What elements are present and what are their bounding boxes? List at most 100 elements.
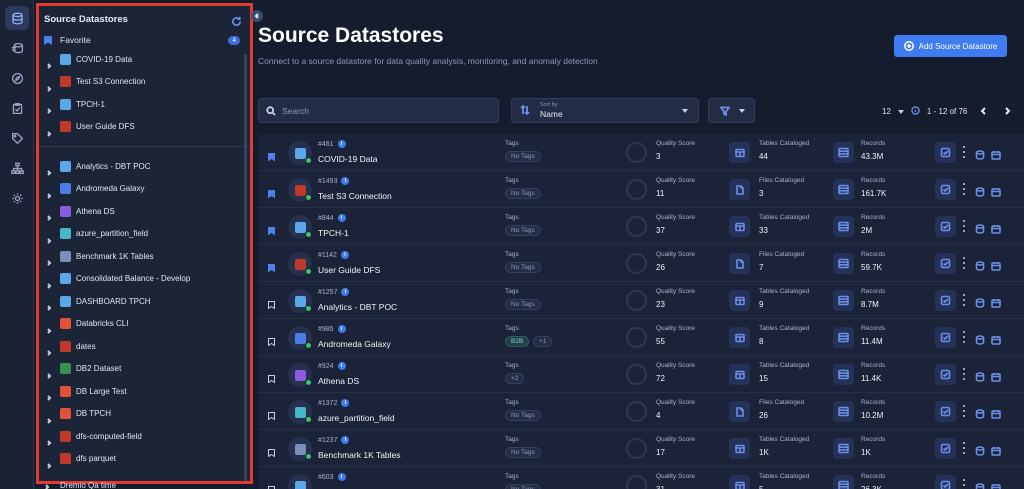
datastore-name[interactable]: Andromeda Galaxy: [318, 339, 391, 349]
checks-icon[interactable]: [935, 142, 956, 163]
datastore-row[interactable]: #461 i COVID-19 Data Tags No Tags Quality Sco…: [258, 134, 1024, 171]
prev-page-icon[interactable]: [980, 106, 987, 117]
more-options-icon[interactable]: [963, 146, 965, 158]
more-options-icon[interactable]: [963, 220, 965, 232]
page-size-chevron-icon[interactable]: [897, 109, 904, 114]
tag-chip[interactable]: No Tags: [505, 188, 541, 199]
datastore-row[interactable]: #1237 i Benchmark 1K Tables Tags No Tags Qual…: [258, 430, 1024, 467]
calendar-icon[interactable]: [991, 480, 1001, 489]
more-options-icon[interactable]: [963, 183, 965, 195]
checks-icon[interactable]: [935, 253, 956, 274]
bookmark-icon[interactable]: [268, 333, 275, 347]
tree-item[interactable]: DB2 Dataset: [39, 358, 250, 381]
datastore-action-icon[interactable]: [975, 221, 985, 239]
calendar-icon[interactable]: [991, 221, 1001, 239]
favorite-group[interactable]: Favorite 4: [39, 32, 250, 48]
datastore-action-icon[interactable]: [975, 184, 985, 202]
datastore-action-icon[interactable]: [975, 443, 985, 461]
calendar-icon[interactable]: [991, 258, 1001, 276]
gear-icon[interactable]: [5, 186, 29, 210]
refresh-icon[interactable]: [231, 14, 242, 26]
datastore-name[interactable]: TPCH-1: [318, 228, 349, 238]
info-icon[interactable]: i: [341, 436, 350, 444]
bookmark-icon[interactable]: [268, 222, 275, 236]
datastore-name[interactable]: Analytics - DBT POC: [318, 302, 397, 312]
datastore-action-icon[interactable]: [975, 147, 985, 165]
tree-item[interactable]: DASHBOARD TPCH: [39, 290, 250, 313]
tree-item[interactable]: Analytics - DBT POC: [39, 155, 250, 178]
more-options-icon[interactable]: [963, 368, 965, 380]
search-input[interactable]: Search: [258, 98, 499, 123]
datastore-action-icon[interactable]: [975, 406, 985, 424]
calendar-icon[interactable]: [991, 406, 1001, 424]
tag-chip[interactable]: +2: [505, 373, 525, 384]
datastore-name[interactable]: COVID-19 Data: [318, 154, 378, 164]
tag-chip[interactable]: No Tags: [505, 151, 541, 162]
datastore-action-icon[interactable]: [975, 295, 985, 313]
filter-button[interactable]: [708, 98, 755, 123]
clipboard-check-icon[interactable]: [5, 96, 29, 120]
datastore-name[interactable]: Test S3 Connection: [318, 191, 392, 201]
tree-item[interactable]: dates: [39, 335, 250, 358]
database-icon[interactable]: [5, 6, 29, 30]
hierarchy-icon[interactable]: [5, 156, 29, 180]
datastore-action-icon[interactable]: [975, 258, 985, 276]
tree-item[interactable]: azure_partition_field: [39, 223, 250, 246]
datastore-name[interactable]: User Guide DFS: [318, 265, 380, 275]
tag-chip[interactable]: No Tags: [505, 299, 541, 310]
tree-item[interactable]: Consolidated Balance - Develop: [39, 268, 250, 291]
tree-item[interactable]: DB Large Test: [39, 380, 250, 403]
next-page-icon[interactable]: [1004, 106, 1011, 117]
bookmark-icon[interactable]: [268, 148, 275, 162]
checks-icon[interactable]: [935, 438, 956, 459]
tree-item[interactable]: DB TPCH: [39, 403, 250, 426]
checks-icon[interactable]: [935, 290, 956, 311]
favorite-item[interactable]: TPCH-1: [39, 93, 250, 116]
info-icon[interactable]: i: [341, 177, 350, 185]
bookmark-icon[interactable]: [268, 407, 275, 421]
sidebar-scrollbar[interactable]: [244, 54, 247, 481]
tree-item[interactable]: dfs-computed-field: [39, 425, 250, 448]
tag-chip[interactable]: No Tags: [505, 225, 541, 236]
more-options-icon[interactable]: [963, 442, 965, 454]
info-icon[interactable]: i: [337, 473, 346, 481]
calendar-icon[interactable]: [991, 332, 1001, 350]
bookmark-icon[interactable]: [268, 259, 275, 273]
tree-item[interactable]: Athena DS: [39, 200, 250, 223]
calendar-icon[interactable]: [991, 147, 1001, 165]
info-icon[interactable]: i: [337, 214, 346, 222]
tag-chip[interactable]: B2B: [505, 336, 530, 347]
datastore-row[interactable]: #1142 i User Guide DFS Tags No Tags Quality S…: [258, 245, 1024, 282]
more-options-icon[interactable]: [963, 294, 965, 306]
checks-icon[interactable]: [935, 364, 956, 385]
calendar-icon[interactable]: [991, 443, 1001, 461]
favorite-item[interactable]: COVID-19 Data: [39, 48, 250, 71]
bookmark-icon[interactable]: [268, 444, 275, 458]
datastore-action-icon[interactable]: [975, 332, 985, 350]
tag-chip[interactable]: No Tags: [505, 447, 541, 458]
add-source-datastore-button[interactable]: Add Source Datastore: [894, 35, 1007, 57]
page-size-value[interactable]: 12: [882, 107, 891, 116]
datastore-row[interactable]: #603iConsolidated Balance - DevelopTagsN…: [258, 467, 1024, 489]
checks-icon[interactable]: [935, 179, 956, 200]
more-options-icon[interactable]: [963, 405, 965, 417]
datastore-row[interactable]: #1372 i azure_partition_field Tags No Tags Qu…: [258, 393, 1024, 430]
datastore-row[interactable]: #924 i Athena DS Tags +2 Quality Score 72 Table…: [258, 356, 1024, 393]
bookmark-icon[interactable]: [268, 296, 275, 310]
info-icon[interactable]: i: [337, 140, 346, 148]
datastore-name[interactable]: Benchmark 1K Tables: [318, 450, 401, 460]
more-options-icon[interactable]: [963, 257, 965, 269]
tree-item-peek[interactable]: Dremio Qa time: [44, 481, 116, 489]
bookmark-icon[interactable]: [268, 185, 275, 199]
datastore-name[interactable]: azure_partition_field: [318, 413, 395, 423]
bookmark-icon[interactable]: [268, 370, 275, 384]
tag-more-chip[interactable]: +1: [533, 336, 553, 347]
calendar-icon[interactable]: [991, 184, 1001, 202]
calendar-icon[interactable]: [991, 369, 1001, 387]
more-options-icon[interactable]: [963, 479, 965, 489]
info-icon[interactable]: i: [337, 325, 346, 333]
info-icon[interactable]: i: [341, 288, 350, 296]
tree-item[interactable]: Benchmark 1K Tables: [39, 245, 250, 268]
info-icon[interactable]: i: [340, 251, 349, 259]
sort-by-select[interactable]: Sort by Name: [511, 98, 699, 123]
